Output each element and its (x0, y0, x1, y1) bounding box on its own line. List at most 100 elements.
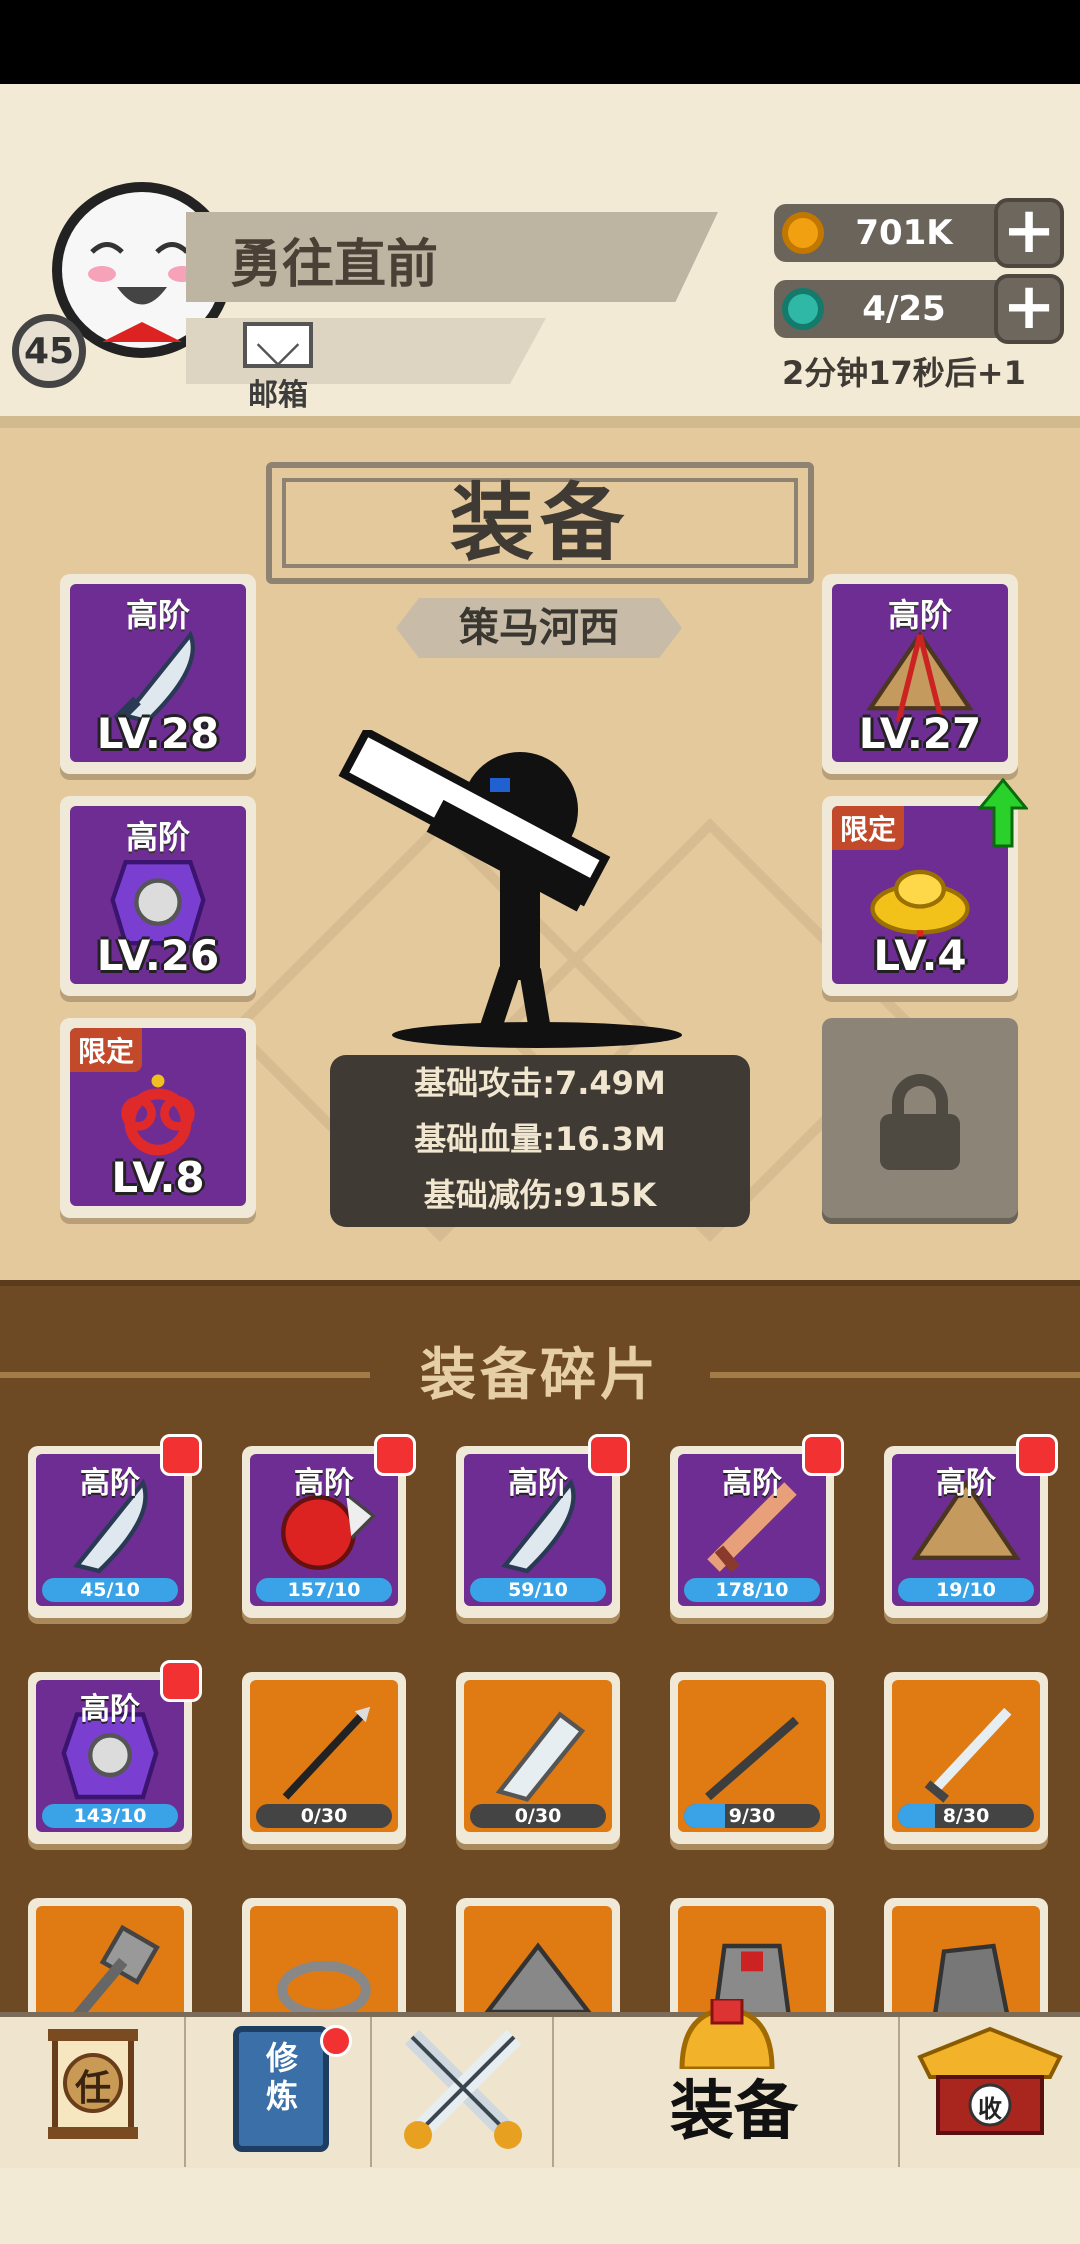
mail-button[interactable]: 邮箱 (236, 322, 320, 413)
limited-badge: 限定 (832, 806, 905, 850)
fragment-card-inner: 高阶 178/10 (678, 1454, 826, 1606)
notification-dot (1016, 1434, 1058, 1476)
fragment-count: 8/30 (942, 1805, 990, 1827)
equipment-slot-accessory[interactable]: 限定 LV.8 (60, 1018, 256, 1218)
tab-tasks[interactable]: 任 (0, 2017, 186, 2167)
energy-timer: 2分钟17秒后+1 (782, 354, 1026, 392)
fragment-count: 0/30 (514, 1805, 562, 1827)
fragment-card-inner: 8/30 (892, 1680, 1040, 1832)
fragment-progress-bar: 59/10 (470, 1578, 606, 1602)
notification-dot (802, 1434, 844, 1476)
notification-dot (588, 1434, 630, 1476)
fragment-progress-bar: 0/30 (470, 1804, 606, 1828)
fragment-card-inner: 高阶 59/10 (464, 1454, 612, 1606)
slot-level: LV.4 (873, 931, 967, 980)
set-name: 策马河西 (396, 598, 682, 658)
stat-hp: 基础血量:16.3M (414, 1120, 666, 1158)
fragment-card[interactable]: 9/30 (670, 1672, 834, 1844)
crossed-swords-icon (404, 2029, 522, 2149)
equipment-slot-armor[interactable]: 高阶 LV.26 (60, 796, 256, 996)
staff-icon (705, 1716, 799, 1801)
tab-equipment-label: 装备 (670, 2075, 798, 2149)
tab-training-label: 修炼 (266, 2039, 299, 2115)
fragment-card[interactable]: 高阶 178/10 (670, 1434, 844, 1618)
fragment-count: 9/30 (728, 1805, 776, 1827)
fragment-card[interactable]: 高阶 157/10 (242, 1434, 416, 1618)
fragment-card-inner: 0/30 (250, 1680, 398, 1832)
fragment-progress-bar: 143/10 (42, 1804, 178, 1828)
slot-badge: 高阶 (125, 818, 190, 856)
panel-divider (0, 416, 1080, 428)
upgrade-arrow-icon (978, 778, 1028, 848)
fragments-title: 装备碎片 (420, 1343, 660, 1408)
stickman-hero (338, 730, 611, 1034)
add-energy-button[interactable]: + (994, 274, 1064, 344)
tab-collection[interactable]: 收 (900, 2017, 1080, 2167)
fragment-card-inner: 高阶 157/10 (250, 1454, 398, 1606)
fragment-card-inner: 高阶 45/10 (36, 1454, 184, 1606)
fragment-count: 0/30 (300, 1805, 348, 1827)
lock-icon (880, 1074, 960, 1170)
notification-dot (374, 1434, 416, 1476)
energy-counter: 4/25 + (774, 274, 1064, 344)
equipment-slot-hat[interactable]: 高阶 LV.27 (822, 574, 1018, 774)
fragment-card[interactable]: 高阶 143/10 (28, 1660, 202, 1844)
mail-label: 邮箱 (248, 378, 308, 413)
fragment-card[interactable]: 高阶 19/10 (884, 1434, 1058, 1618)
game-screen: { "player": {"name": "勇往直前", "level": "4… (0, 0, 1080, 2244)
helmet-icon (679, 1999, 775, 2069)
notification-dot (320, 2025, 352, 2057)
bottom-margin (0, 2168, 1080, 2244)
fragment-card-inner: 高阶 19/10 (892, 1454, 1040, 1606)
fragment-progress-bar: 8/30 (898, 1804, 1034, 1828)
slot-level: LV.27 (858, 709, 982, 758)
fragment-progress-bar: 19/10 (898, 1578, 1034, 1602)
notification-dot (160, 1660, 202, 1702)
fragment-card[interactable]: 高阶 59/10 (456, 1434, 630, 1618)
fragment-count: 59/10 (508, 1579, 568, 1601)
fragment-count: 45/10 (80, 1579, 140, 1601)
fragment-card[interactable]: 0/30 (456, 1672, 620, 1844)
tab-battle[interactable] (372, 2017, 554, 2167)
long-sword-icon (924, 1707, 1012, 1803)
status-bar (0, 0, 1080, 84)
fragment-progress-bar: 9/30 (684, 1804, 820, 1828)
fragment-card[interactable]: 8/30 (884, 1672, 1048, 1844)
stat-attack: 基础攻击:7.49M (414, 1064, 666, 1102)
fragment-count: 143/10 (73, 1805, 147, 1827)
stat-defense: 基础减伤:915K (423, 1176, 657, 1214)
fragment-card-inner: 0/30 (464, 1680, 612, 1832)
player-name: 勇往直前 (230, 235, 439, 295)
equipment-title: 装备 (449, 474, 630, 572)
fragment-progress-bar: 157/10 (256, 1578, 392, 1602)
limited-badge: 限定 (70, 1028, 143, 1072)
locked-slot[interactable] (822, 1018, 1018, 1218)
cleaver-icon (495, 1711, 586, 1802)
trident-spear-icon (282, 1706, 371, 1800)
equipment-slot-weapon[interactable]: 高阶 LV.28 (60, 574, 256, 774)
gold-counter: 701K + (774, 198, 1064, 268)
energy-drop-icon (782, 288, 824, 330)
gold-value: 701K (855, 213, 953, 253)
slot-level: LV.26 (96, 931, 220, 980)
notification-dot (160, 1434, 202, 1476)
add-gold-button[interactable]: + (994, 198, 1064, 268)
hero-stats: 基础攻击:7.49M 基础血量:16.3M 基础减伤:915K (330, 1055, 750, 1227)
fragment-card[interactable]: 高阶 45/10 (28, 1434, 202, 1618)
tab-training[interactable]: 修炼 (186, 2017, 372, 2167)
tab-collection-label: 收 (978, 2095, 1002, 2123)
bottom-tab-bar: 任 修炼 收 (0, 1999, 1080, 2168)
slot-level: LV.8 (111, 1153, 205, 1202)
player-level-badge: 45 (12, 314, 86, 388)
slot-level: LV.28 (96, 709, 220, 758)
fragment-card[interactable]: 0/30 (242, 1672, 406, 1844)
fragment-progress-bar: 0/30 (256, 1804, 392, 1828)
envelope-icon (243, 322, 313, 368)
fragment-count: 157/10 (287, 1579, 361, 1601)
fragment-progress-bar: 178/10 (684, 1578, 820, 1602)
fragment-card-inner: 高阶 143/10 (36, 1680, 184, 1832)
energy-value: 4/25 (862, 289, 946, 329)
slot-badge: 高阶 (125, 596, 190, 634)
tab-tasks-label: 任 (74, 2068, 111, 2109)
fragment-progress-bar: 45/10 (42, 1578, 178, 1602)
